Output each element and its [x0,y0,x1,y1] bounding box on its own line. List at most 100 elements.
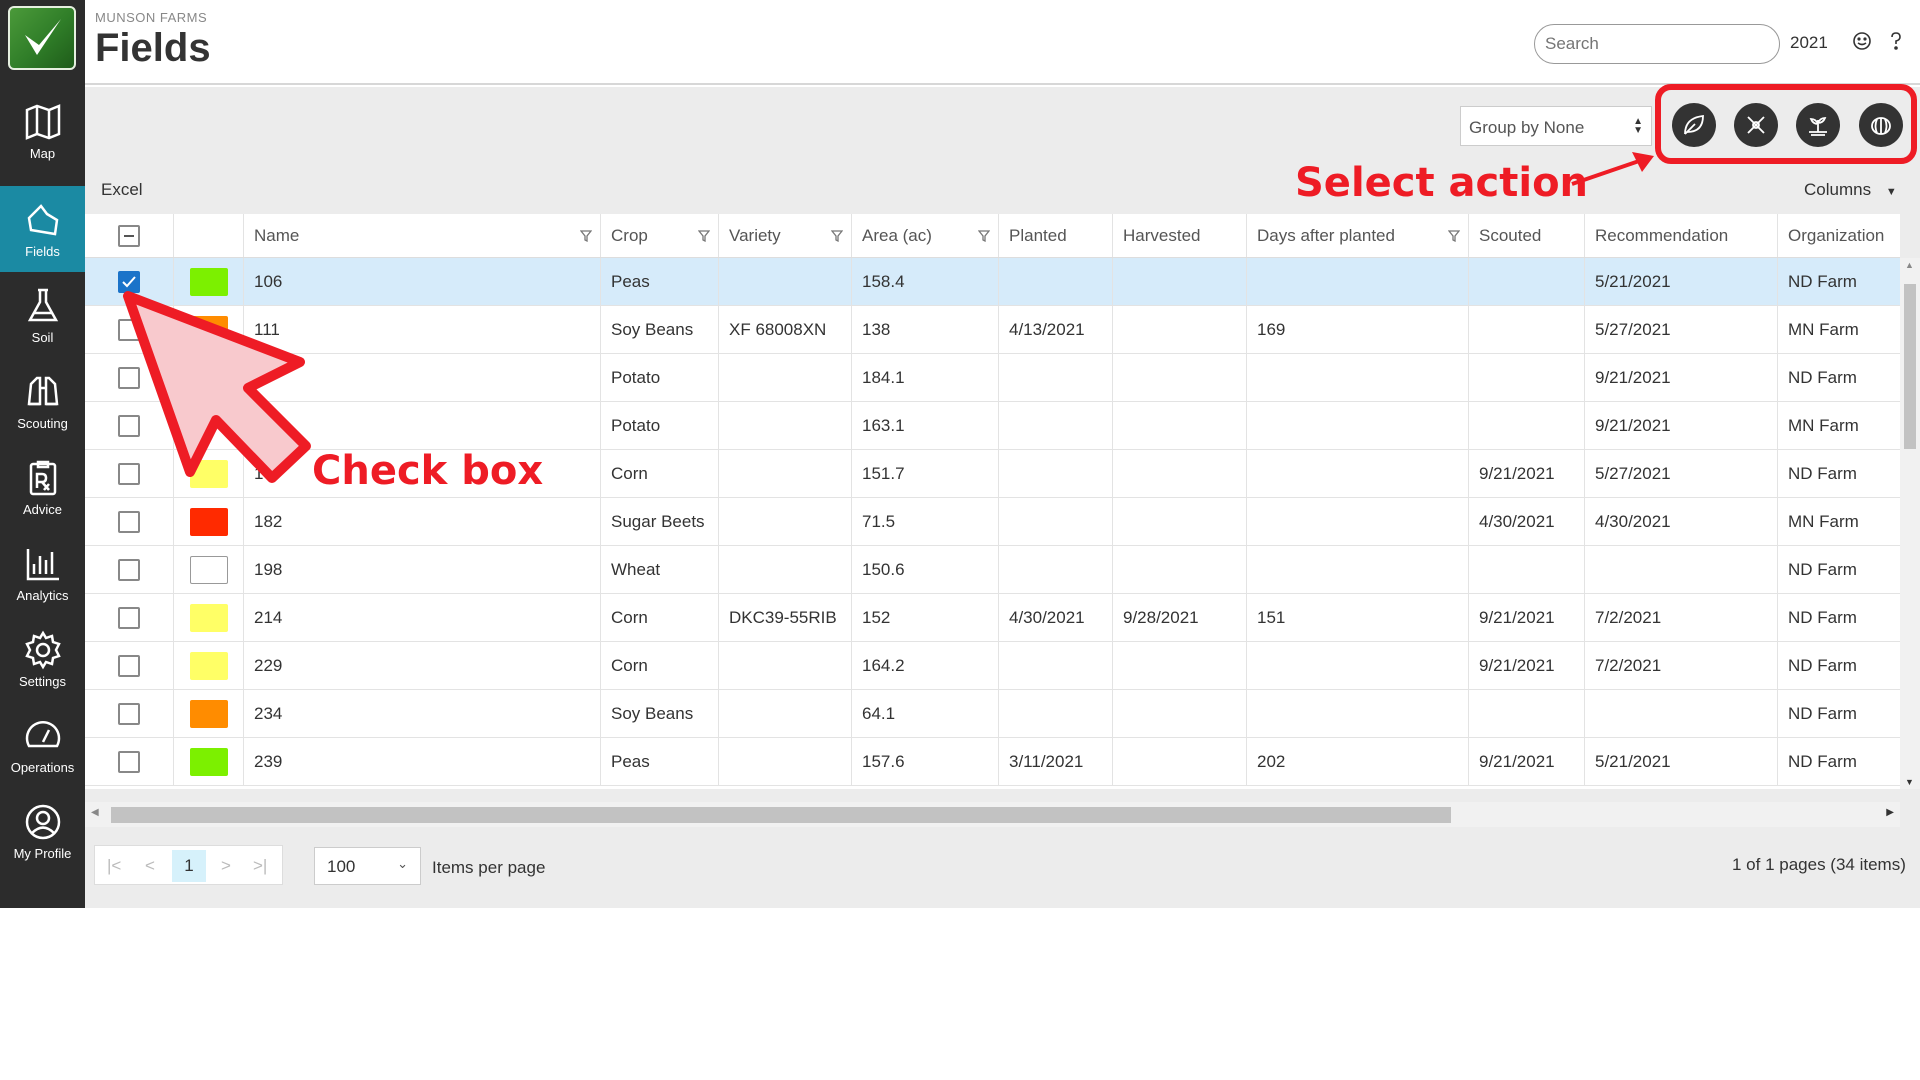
smiley-icon[interactable] [1851,30,1873,52]
scroll-right-arrow-icon[interactable]: ▶ [1886,807,1894,818]
column-header-days-after-planted[interactable]: Days after planted [1247,214,1469,257]
map-icon [25,103,60,140]
column-header-name[interactable]: Name [244,214,601,257]
column-header-label: Name [254,225,300,245]
cell-scouted [1469,690,1585,737]
cell-harvested [1113,402,1247,449]
row-checkbox[interactable] [118,750,140,773]
row-checkbox[interactable] [118,510,140,533]
horizontal-scroll-thumb[interactable] [111,807,1451,823]
columns-label: Columns [1804,180,1872,199]
filter-icon[interactable] [1448,230,1460,242]
field-icon [27,203,58,235]
scroll-left-arrow-icon[interactable]: ◀ [91,807,99,818]
table-row[interactable]: 111 Soy Beans XF 68008XN 138 4/13/2021 169 5/2… [85,306,1900,354]
row-checkbox[interactable] [118,558,140,581]
horizontal-scrollbar[interactable]: ◀ ▶ [85,802,1900,827]
table-row[interactable]: 182 Sugar Beets 71.5 4/30/2021 4/30/2021 MN F… [85,498,1900,546]
row-checkbox[interactable] [118,606,140,629]
cell-planted [999,498,1113,545]
filter-icon[interactable] [580,230,592,242]
cell-harvested [1113,546,1247,593]
search-input[interactable] [1534,24,1780,64]
cell-variety: DKC39-55RIB [719,594,852,641]
cell-rec: 5/27/2021 [1585,306,1778,353]
sidebar-item-analytics[interactable]: Analytics [0,530,85,616]
sidebar-item-label: Map [29,145,56,161]
crop-color-swatch [189,651,228,680]
column-header-scouted[interactable]: Scouted [1469,214,1585,257]
column-header-organization[interactable]: Organization [1778,214,1900,257]
page-number-button[interactable]: 1 [172,850,206,882]
sidebar-item-advice[interactable]: Advice [0,444,85,530]
items-per-page-label: Items per page [432,858,546,877]
cell-planted: 4/30/2021 [999,594,1113,641]
scroll-down-arrow-icon[interactable]: ▼ [1905,777,1914,787]
app-logo[interactable] [8,6,76,70]
table-row[interactable]: 198 Wheat 150.6 ND Farm [85,546,1900,594]
cell-harvested [1113,258,1247,305]
column-header-crop[interactable]: Crop [601,214,719,257]
sidebar-item-map[interactable]: Map [0,88,85,174]
row-select-cell [85,498,174,545]
cell-days [1247,642,1469,689]
column-header-recommendation[interactable]: Recommendation [1585,214,1778,257]
table-row[interactable]: 214 Corn DKC39-55RIB 152 4/30/2021 9/28/2021 1… [85,594,1900,642]
crop-color-cell [174,690,244,737]
table-row[interactable]: Potato 184.1 9/21/2021 ND Farm [85,354,1900,402]
cell-org: ND Farm [1788,367,1857,387]
sidebar-item-settings[interactable]: Settings [0,616,85,702]
column-header-harvested[interactable]: Harvested [1113,214,1247,257]
group-by-select[interactable]: Group by None ▲ ▼ [1460,106,1652,146]
scroll-up-arrow-icon[interactable]: ▲ [1905,260,1914,270]
row-select-cell [85,690,174,737]
first-page-icon[interactable]: |< [107,856,121,876]
next-page-icon[interactable]: > [221,856,231,876]
table-row[interactable]: 106 Peas 158.4 5/21/2021 ND Farm [85,258,1900,306]
cell-variety [719,546,852,593]
cell-org: MN Farm [1788,415,1859,435]
columns-menu[interactable]: Columns ▼ [1804,180,1897,200]
row-checkbox[interactable] [118,654,140,677]
sidebar-item-operations[interactable]: Operations [0,702,85,788]
cell-days: 202 [1247,738,1469,785]
items-per-page-select[interactable]: 100 ⌄ [314,847,421,885]
vertical-scroll-thumb[interactable] [1904,284,1916,449]
excel-export-link[interactable]: Excel [101,180,143,200]
column-header-label: Scouted [1479,225,1542,245]
sidebar-item-scouting[interactable]: Scouting [0,358,85,444]
cell-planted: 4/13/2021 [999,306,1113,353]
row-checkbox[interactable] [118,702,140,725]
table-row[interactable]: Potato 163.1 9/21/2021 MN Farm [85,402,1900,450]
column-header-area[interactable]: Area (ac) [852,214,999,257]
season-year[interactable]: 2021 [1790,33,1828,53]
sidebar-item-fields[interactable]: Fields [0,186,85,272]
cell-planted [999,690,1113,737]
filter-icon[interactable] [831,230,843,242]
cell-org: ND Farm [1788,559,1857,579]
sidebar-item-my-profile[interactable]: My Profile [0,788,85,874]
select-all-checkbox[interactable] [118,224,140,247]
cell-days [1247,354,1469,401]
help-icon[interactable] [1885,30,1907,52]
column-header-planted[interactable]: Planted [999,214,1113,257]
table-row[interactable]: 234 Soy Beans 64.1 ND Farm [85,690,1900,738]
filter-icon[interactable] [978,230,990,242]
sidebar-item-soil[interactable]: Soil [0,272,85,358]
cell-planted [999,258,1113,305]
filter-icon[interactable] [698,230,710,242]
crop-color-swatch [189,747,228,776]
cell-scouted: 9/21/2021 [1469,450,1585,497]
column-header-label: Planted [1009,225,1067,245]
vertical-scrollbar[interactable]: ▲ ▼ [1900,258,1920,789]
row-select-cell [85,594,174,641]
column-header-variety[interactable]: Variety [719,214,852,257]
column-header-label: Organization [1788,225,1885,245]
bar-chart-icon [26,548,59,580]
cell-scouted: 9/21/2021 [1469,642,1585,689]
row-select-cell [85,738,174,785]
prev-page-icon[interactable]: < [145,856,155,876]
last-page-icon[interactable]: >| [253,856,267,876]
table-row[interactable]: 239 Peas 157.6 3/11/2021 202 9/21/2021 5/21/20… [85,738,1900,786]
table-row[interactable]: 229 Corn 164.2 9/21/2021 7/2/2021 ND Farm [85,642,1900,690]
